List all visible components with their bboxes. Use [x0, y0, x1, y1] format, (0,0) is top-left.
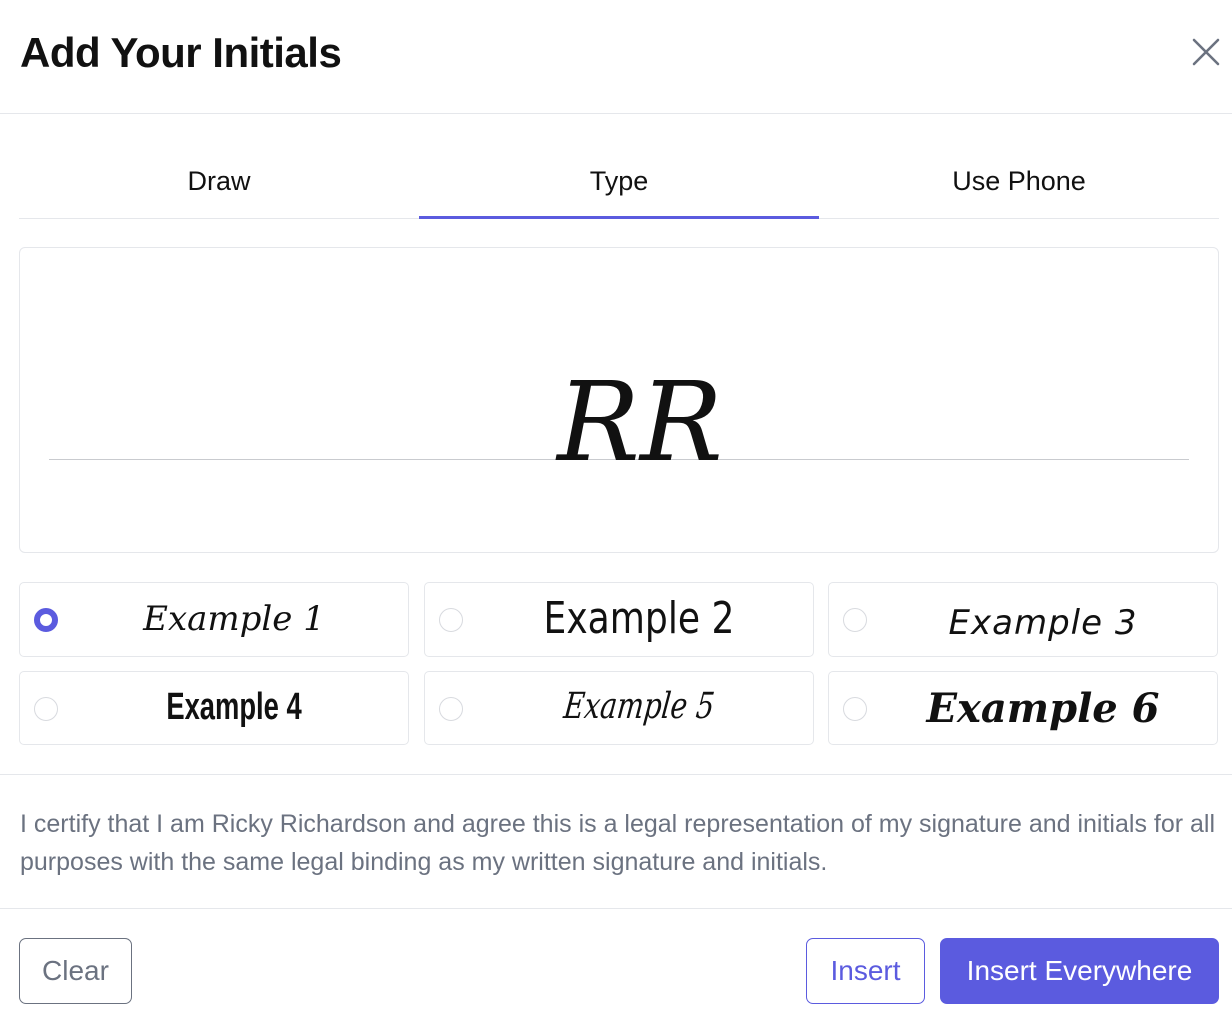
style-option-6[interactable]: Example 6	[828, 671, 1218, 745]
certification-text: I certify that I am Ricky Richardson and…	[20, 810, 1216, 876]
style-sample-1: Example 1	[143, 599, 325, 639]
style-radio-6[interactable]	[843, 697, 867, 721]
style-sample-4: Example 4	[166, 686, 302, 728]
tab-draw[interactable]: Draw	[19, 144, 419, 218]
style-radio-4[interactable]	[34, 697, 58, 721]
dialog-title: Add Your Initials	[20, 29, 342, 76]
tab-type[interactable]: Type	[419, 144, 819, 219]
dialog-header: Add Your Initials	[0, 0, 1232, 114]
style-radio-1[interactable]	[34, 608, 58, 632]
tab-use-phone[interactable]: Use Phone	[819, 144, 1219, 218]
style-sample-5: Example 5	[561, 686, 717, 727]
style-option-2[interactable]: Example 2	[424, 582, 814, 657]
initials-text: RR	[555, 360, 723, 480]
insert-button[interactable]: Insert	[806, 938, 925, 1004]
initials-script: RR	[555, 360, 723, 480]
style-sample-3: Example 3	[948, 603, 1138, 643]
footer-divider	[0, 908, 1232, 909]
insert-everywhere-button[interactable]: Insert Everywhere	[940, 938, 1219, 1004]
style-option-4[interactable]: Example 4	[19, 671, 409, 745]
style-radio-2[interactable]	[439, 608, 463, 632]
style-sample-2: Example 2	[543, 593, 735, 644]
clear-button[interactable]: Clear	[19, 938, 132, 1004]
style-option-5[interactable]: Example 5	[424, 671, 814, 745]
style-sample-6: Example 6	[926, 685, 1160, 732]
style-radio-5[interactable]	[439, 697, 463, 721]
tab-bar: Draw Type Use Phone	[19, 144, 1219, 219]
initials-preview: RR	[19, 247, 1219, 553]
section-divider	[0, 774, 1232, 775]
style-option-1[interactable]: Example 1	[19, 582, 409, 657]
close-icon[interactable]	[1188, 34, 1224, 70]
style-radio-3[interactable]	[843, 608, 867, 632]
style-option-3[interactable]: Example 3	[828, 582, 1218, 657]
